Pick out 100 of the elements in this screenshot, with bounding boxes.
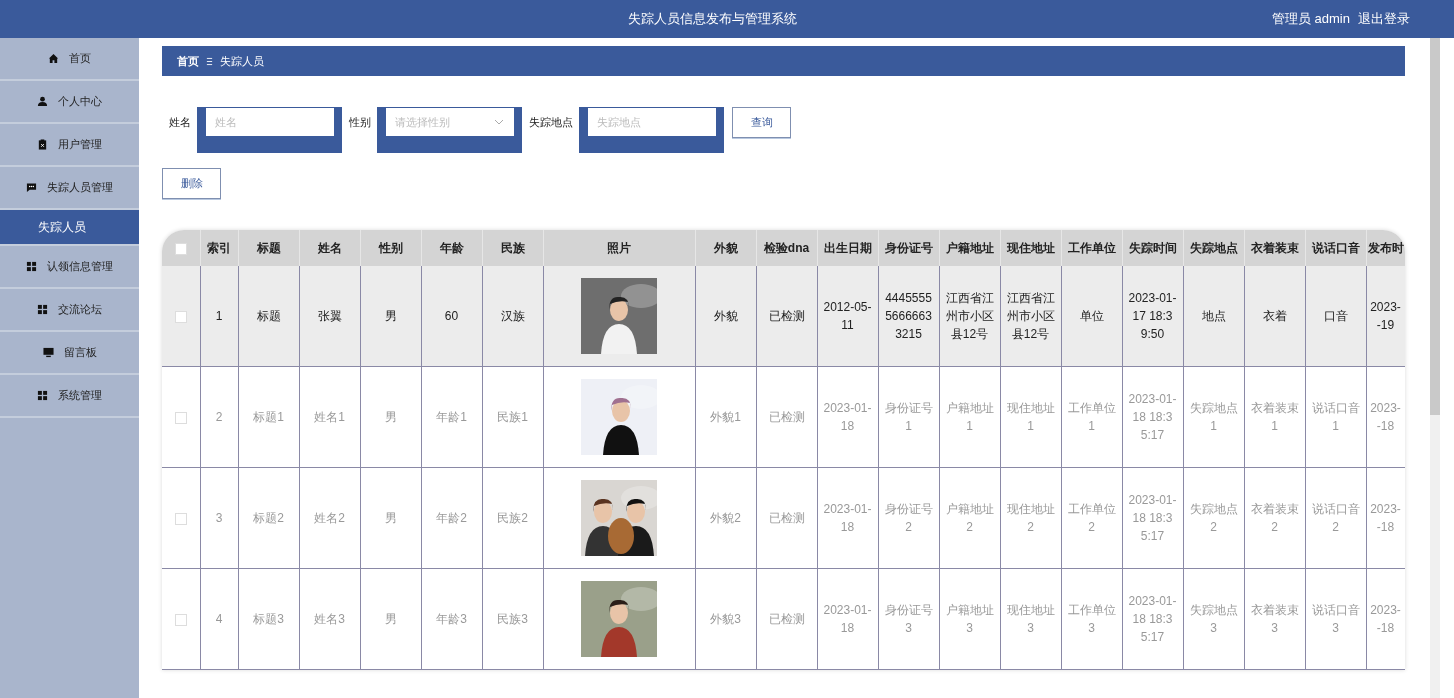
table-cell: 户籍地址1 — [939, 366, 1000, 468]
sidebar-item[interactable]: 用户管理 — [0, 124, 139, 167]
column-header: 户籍地址 — [939, 230, 1000, 266]
table-cell: 4 — [200, 568, 238, 670]
table-cell: 工作单位3 — [1061, 568, 1122, 670]
table-cell: 姓名1 — [299, 366, 360, 468]
table-cell: 2023-01-17 18:39:50 — [1122, 266, 1183, 367]
table-cell: 失踪地点3 — [1183, 568, 1244, 670]
table-cell: 2023-01-18 — [817, 467, 878, 569]
column-header: 索引 — [200, 230, 238, 266]
table-cell: 1 — [200, 266, 238, 367]
table-cell: 单位 — [1061, 266, 1122, 367]
table-cell: 口音 — [1305, 266, 1366, 367]
sidebar-item[interactable]: 系统管理 — [0, 375, 139, 418]
table-cell: 身份证号3 — [878, 568, 939, 670]
table-cell: 工作单位2 — [1061, 467, 1122, 569]
grid-icon — [37, 390, 48, 401]
table-cell: 2023- -19 — [1366, 266, 1405, 367]
table-cell: 标题2 — [238, 467, 299, 569]
table-cell: 民族2 — [482, 467, 543, 569]
table-cell: 60 — [421, 266, 482, 367]
row-checkbox[interactable] — [174, 411, 187, 424]
row-checkbox[interactable] — [174, 512, 187, 525]
table-cell: 身份证号2 — [878, 467, 939, 569]
table-cell: 失踪地点1 — [1183, 366, 1244, 468]
table-cell: 外貌 — [695, 266, 756, 367]
scrollbar[interactable] — [1430, 38, 1440, 698]
column-header: 身份证号 — [878, 230, 939, 266]
table-cell: 已检测 — [756, 568, 817, 670]
column-header: 检验dna — [756, 230, 817, 266]
table-cell: 民族3 — [482, 568, 543, 670]
select-all-checkbox[interactable] — [174, 242, 187, 255]
table-cell: 标题1 — [238, 366, 299, 468]
sidebar-item[interactable]: 个人中心 — [0, 81, 139, 124]
table-cell: 标题3 — [238, 568, 299, 670]
table-cell: 衣着装束1 — [1244, 366, 1305, 468]
column-header: 外貌 — [695, 230, 756, 266]
app-title: 失踪人员信息发布与管理系统 — [628, 10, 798, 28]
column-header: 出生日期 — [817, 230, 878, 266]
sidebar-subitem[interactable]: 失踪人员 — [0, 210, 139, 246]
column-header: 性别 — [360, 230, 421, 266]
clipboard-icon — [37, 139, 48, 150]
column-header: 发布时 — [1366, 230, 1405, 266]
table-cell: 衣着装束2 — [1244, 467, 1305, 569]
table-cell: 2023-01-18 18:35:17 — [1122, 366, 1183, 468]
person-icon — [37, 96, 48, 107]
column-header: 年龄 — [421, 230, 482, 266]
table-cell: 说话口音1 — [1305, 366, 1366, 468]
delete-button[interactable]: 删除 — [162, 168, 221, 199]
logout-link[interactable]: 退出登录 — [1358, 10, 1410, 28]
monitor-icon — [42, 347, 54, 358]
grid-icon — [26, 261, 37, 272]
separator-icon — [206, 56, 213, 66]
table-cell: 地点 — [1183, 266, 1244, 367]
table-cell: 民族1 — [482, 366, 543, 468]
table-cell: 衣着 — [1244, 266, 1305, 367]
table-cell: 年龄3 — [421, 568, 482, 670]
table-cell: 2023-01-18 — [817, 568, 878, 670]
table-cell: 标题 — [238, 266, 299, 367]
table-cell: 年龄2 — [421, 467, 482, 569]
breadcrumb-link[interactable]: 首页 — [177, 53, 199, 69]
table-cell: 衣着装束3 — [1244, 568, 1305, 670]
breadcrumb-link[interactable]: 失踪人员 — [220, 53, 264, 69]
field-label: 失踪地点 — [529, 115, 573, 130]
column-header: 失踪地点 — [1183, 230, 1244, 266]
sidebar-item[interactable]: 认领信息管理 — [0, 246, 139, 289]
sidebar-item[interactable]: 交流论坛 — [0, 289, 139, 332]
table-cell: 已检测 — [756, 266, 817, 367]
table-cell: 外貌2 — [695, 467, 756, 569]
table-cell: 张翼 — [299, 266, 360, 367]
table-cell: 2023-01-18 18:35:17 — [1122, 568, 1183, 670]
column-header: 姓名 — [299, 230, 360, 266]
row-checkbox[interactable] — [174, 310, 187, 323]
table-cell: 男 — [360, 366, 421, 468]
input-field[interactable]: 姓名 — [197, 107, 342, 153]
table-cell: 外貌3 — [695, 568, 756, 670]
table-cell: 说话口音2 — [1305, 467, 1366, 569]
chevron-down-icon — [494, 119, 504, 125]
table-cell: 汉族 — [482, 266, 543, 367]
table-cell: 工作单位1 — [1061, 366, 1122, 468]
field-label: 姓名 — [169, 115, 191, 130]
table-cell: 现住地址2 — [1000, 467, 1061, 569]
search-button[interactable]: 查询 — [732, 107, 791, 138]
chat-icon — [26, 182, 37, 193]
home-icon — [48, 53, 59, 64]
sidebar-item[interactable]: 留言板 — [0, 332, 139, 375]
column-header: 标题 — [238, 230, 299, 266]
column-header: 照片 — [543, 230, 695, 266]
table-cell: 已检测 — [756, 467, 817, 569]
user-label: 管理员 admin — [1271, 10, 1350, 28]
column-header: 说话口音 — [1305, 230, 1366, 266]
table-cell: 现住地址1 — [1000, 366, 1061, 468]
table-cell: 姓名3 — [299, 568, 360, 670]
table-cell: 户籍地址2 — [939, 467, 1000, 569]
column-header: 衣着装束 — [1244, 230, 1305, 266]
column-header: 工作单位 — [1061, 230, 1122, 266]
table-cell: 2023-01-18 18:35:17 — [1122, 467, 1183, 569]
sidebar-item[interactable]: 首页 — [0, 38, 139, 81]
row-checkbox[interactable] — [174, 613, 187, 626]
table-cell: 姓名2 — [299, 467, 360, 569]
